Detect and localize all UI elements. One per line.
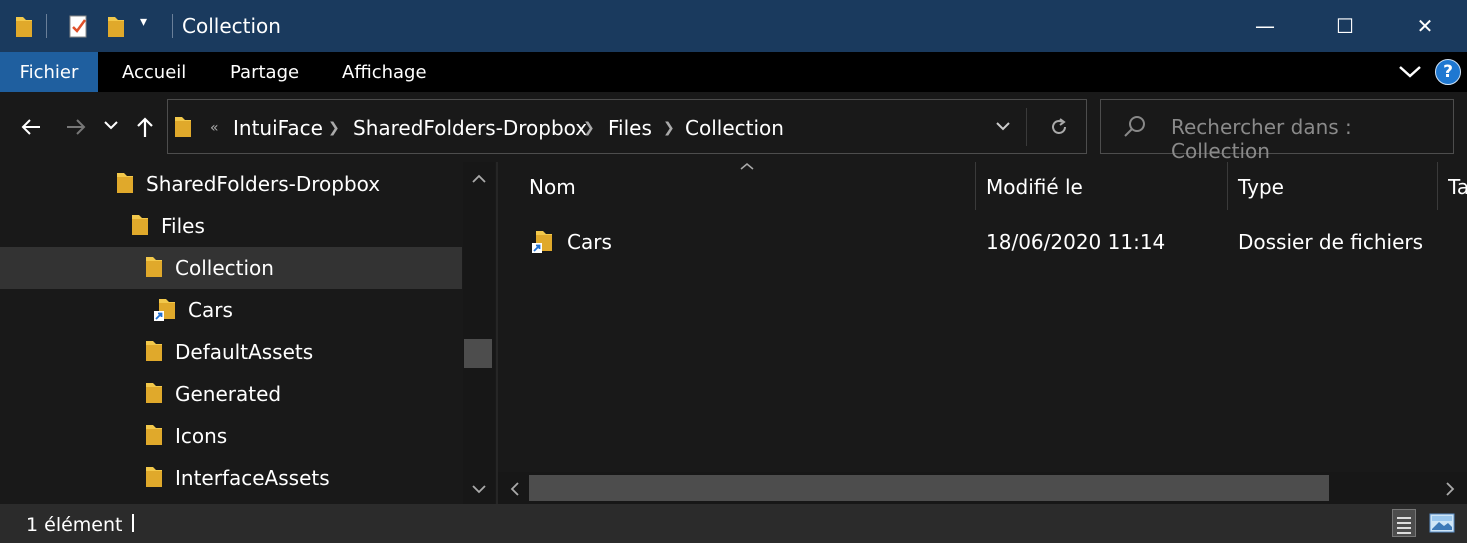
- search-icon: [1124, 116, 1145, 137]
- scroll-down-icon[interactable]: [472, 484, 486, 494]
- nav-item-label: DefaultAssets: [175, 340, 314, 364]
- folder-icon: [132, 215, 148, 235]
- breadcrumb-sharedfolders-dropbox[interactable]: SharedFolders-Dropbox: [353, 100, 587, 155]
- nav-item-collection[interactable]: Collection: [0, 247, 462, 289]
- ribbon-tabs: Fichier Accueil Partage Affichage ?: [0, 52, 1467, 92]
- folder-icon: [146, 257, 162, 277]
- breadcrumb-separator-icon[interactable]: ❯: [328, 100, 340, 155]
- nav-item-label: SharedFolders-Dropbox: [146, 172, 381, 196]
- column-divider[interactable]: [1227, 162, 1228, 210]
- tab-fichier[interactable]: Fichier: [0, 52, 98, 92]
- tab-partage[interactable]: Partage: [230, 52, 299, 92]
- divider: [1026, 108, 1027, 146]
- quick-access-dropdown-icon[interactable]: ▾: [140, 14, 147, 30]
- nav-item-label: Cars: [188, 298, 233, 322]
- column-header-size[interactable]: Ta: [1448, 162, 1467, 212]
- nav-item-cars[interactable]: Cars: [0, 289, 462, 331]
- nav-item-generated[interactable]: Generated: [0, 373, 462, 415]
- divider: [46, 14, 47, 38]
- address-bar[interactable]: « IntuiFace ❯ SharedFolders-Dropbox ❯ Fi…: [167, 99, 1087, 154]
- forward-arrow-icon[interactable]: [65, 118, 87, 136]
- nav-item-label: Collection: [175, 256, 274, 280]
- breadcrumb-intuiface[interactable]: IntuiFace: [233, 100, 323, 155]
- item-count: 1 élément: [26, 514, 123, 536]
- nav-item-defaultassets[interactable]: DefaultAssets: [0, 331, 462, 373]
- folder-shortcut-icon: [154, 299, 175, 321]
- search-box[interactable]: Rechercher dans : Collection: [1100, 99, 1454, 163]
- cell-name: Cars: [567, 230, 612, 254]
- nav-item-label: Icons: [175, 424, 228, 448]
- properties-icon[interactable]: [68, 14, 90, 40]
- scroll-left-icon[interactable]: [510, 482, 520, 496]
- refresh-icon[interactable]: [1049, 117, 1069, 137]
- nav-item-label: Generated: [175, 382, 282, 406]
- recent-locations-chevron-icon[interactable]: [103, 120, 119, 132]
- breadcrumb-separator-icon[interactable]: ❯: [663, 100, 675, 155]
- nav-item-label: Files: [161, 214, 205, 238]
- nav-item-icons[interactable]: Icons: [0, 415, 462, 457]
- new-folder-icon[interactable]: [106, 15, 126, 39]
- search-placeholder: Rechercher dans : Collection: [1171, 115, 1352, 163]
- nav-item-files[interactable]: Files: [0, 205, 462, 247]
- scroll-up-icon[interactable]: [472, 174, 486, 184]
- folder-icon: [117, 173, 133, 193]
- breadcrumb-files[interactable]: Files: [608, 100, 652, 155]
- tab-accueil[interactable]: Accueil: [122, 52, 186, 92]
- horizontal-scrollbar[interactable]: [498, 472, 1467, 504]
- nav-item-interfaceassets[interactable]: InterfaceAssets: [0, 457, 462, 499]
- expand-ribbon-icon[interactable]: [1398, 64, 1422, 80]
- breadcrumb-collection[interactable]: Collection: [685, 100, 784, 155]
- column-divider[interactable]: [1437, 162, 1438, 210]
- title-bar: ▾ Collection — ☐ ✕: [0, 0, 1467, 52]
- divider: [172, 14, 173, 38]
- maximize-button[interactable]: ☐: [1305, 0, 1385, 52]
- details-view-icon[interactable]: [1392, 509, 1416, 537]
- folder-icon: [16, 17, 32, 37]
- breadcrumb-overflow[interactable]: «: [210, 100, 219, 155]
- folder-icon: [175, 117, 191, 137]
- scroll-thumb[interactable]: [529, 475, 1329, 501]
- column-header-modified[interactable]: Modifié le: [986, 162, 1083, 212]
- nav-item-sharedfolders-dropbox[interactable]: SharedFolders-Dropbox: [0, 163, 462, 205]
- folder-icon: [146, 341, 162, 361]
- folder-icon: [146, 383, 162, 403]
- minimize-button[interactable]: —: [1225, 0, 1305, 52]
- cell-modified: 18/06/2020 11:14: [986, 230, 1166, 254]
- folder-icon: [146, 467, 162, 487]
- breadcrumb-separator-icon[interactable]: ❯: [583, 100, 595, 155]
- folder-shortcut-icon: [532, 231, 552, 253]
- column-header-type[interactable]: Type: [1238, 162, 1284, 212]
- large-icons-view-icon[interactable]: [1429, 513, 1455, 533]
- nav-scrollbar[interactable]: [463, 162, 495, 504]
- folder-icon: [146, 425, 162, 445]
- close-button[interactable]: ✕: [1385, 0, 1465, 52]
- file-list: [498, 162, 1467, 504]
- back-arrow-icon[interactable]: [20, 118, 42, 136]
- sort-ascending-icon: [740, 163, 754, 170]
- up-arrow-icon[interactable]: [135, 116, 155, 138]
- status-separator: [132, 514, 134, 532]
- help-icon[interactable]: ?: [1435, 59, 1461, 85]
- table-row[interactable]: Cars 18/06/2020 11:14 Dossier de fichier…: [520, 222, 1467, 262]
- cell-type: Dossier de fichiers: [1238, 230, 1424, 254]
- column-header-name[interactable]: Nom: [529, 162, 576, 212]
- tab-affichage[interactable]: Affichage: [342, 52, 427, 92]
- window-title: Collection: [182, 14, 281, 38]
- scroll-right-icon[interactable]: [1445, 482, 1455, 496]
- nav-item-label: InterfaceAssets: [175, 466, 330, 490]
- address-history-chevron-icon[interactable]: [995, 121, 1011, 133]
- column-divider[interactable]: [975, 162, 976, 210]
- status-bar: 1 élément: [0, 504, 1467, 543]
- scroll-thumb[interactable]: [464, 339, 492, 368]
